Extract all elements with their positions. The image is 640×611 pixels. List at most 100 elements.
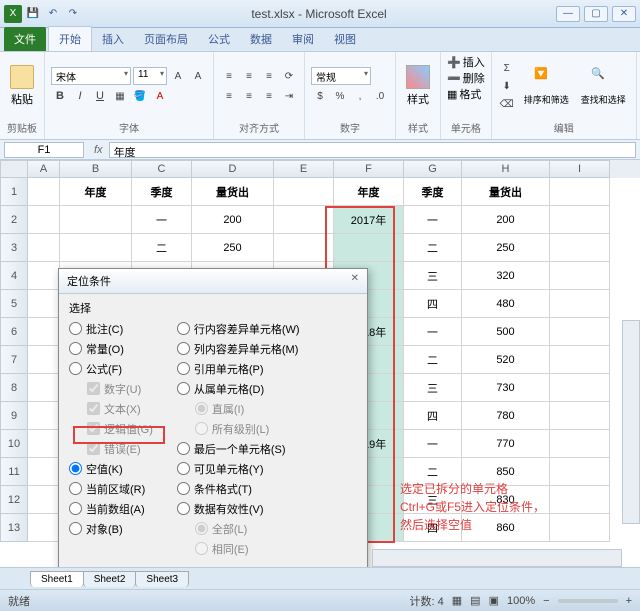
cell[interactable] [550,514,610,542]
number-format-combo[interactable]: 常规 [311,67,371,85]
fill-color-button[interactable]: 🪣 [131,87,149,105]
cell[interactable]: 二 [404,346,462,374]
name-box[interactable]: F1 [4,142,84,158]
cell[interactable] [550,402,610,430]
row-header[interactable]: 7 [0,346,28,374]
zoom-out-icon[interactable]: − [543,595,549,607]
grow-font-icon[interactable]: A [169,67,187,85]
align-right-icon[interactable]: ≡ [260,87,278,105]
cell[interactable]: 480 [462,290,550,318]
cell[interactable] [60,206,132,234]
cell[interactable] [274,206,334,234]
row-header[interactable]: 8 [0,374,28,402]
row-header[interactable]: 5 [0,290,28,318]
dialog-close-icon[interactable]: ✕ [351,273,359,289]
cell[interactable] [28,486,60,514]
cell[interactable] [550,430,610,458]
comma-icon[interactable]: , [351,87,369,105]
cell[interactable]: 量货出 [462,178,550,206]
col-header[interactable]: D [192,160,274,178]
cell[interactable]: 500 [462,318,550,346]
tab-insert[interactable]: 插入 [92,27,134,51]
cell[interactable] [28,234,60,262]
cell[interactable] [334,234,404,262]
cell[interactable]: 770 [462,430,550,458]
cell[interactable]: 一 [132,206,192,234]
cell[interactable] [28,514,60,542]
col-header[interactable]: B [60,160,132,178]
dialog-option[interactable]: 引用单元格(P) [177,360,300,377]
cell[interactable]: 季度 [404,178,462,206]
cell[interactable] [28,318,60,346]
fx-icon[interactable]: fx [88,144,109,156]
col-header[interactable]: C [132,160,192,178]
col-header[interactable]: F [334,160,404,178]
cell[interactable] [28,374,60,402]
cell[interactable]: 季度 [132,178,192,206]
dialog-option[interactable]: 批注(C) [69,320,153,337]
sheet-tab[interactable]: Sheet2 [83,571,137,587]
cell[interactable] [28,206,60,234]
dialog-titlebar[interactable]: 定位条件 ✕ [59,269,367,294]
underline-button[interactable]: U [91,87,109,105]
cell[interactable]: 三 [404,374,462,402]
vertical-scrollbar[interactable] [622,320,640,524]
dialog-option[interactable]: 条件格式(T) [177,480,300,497]
font-size-combo[interactable]: 11 [133,67,167,85]
row-header[interactable]: 9 [0,402,28,430]
cell[interactable] [28,458,60,486]
close-button[interactable]: ✕ [612,6,636,22]
dialog-option[interactable]: 列内容差异单元格(M) [177,340,300,357]
select-all-corner[interactable] [0,160,28,178]
inc-dec-icon[interactable]: .0 [371,87,389,105]
view-break-icon[interactable]: ▣ [489,594,499,607]
maximize-button[interactable]: ▢ [584,6,608,22]
col-header[interactable]: I [550,160,610,178]
paste-button[interactable]: 粘贴 [6,63,38,109]
zoom-in-icon[interactable]: + [626,595,632,607]
dialog-option[interactable]: 当前区域(R) [69,480,153,497]
delete-cells-button[interactable]: ➖删除 [447,70,485,86]
col-header[interactable]: E [274,160,334,178]
row-header[interactable]: 11 [0,458,28,486]
dialog-option[interactable]: 数据有效性(V) [177,500,300,517]
cell[interactable]: 520 [462,346,550,374]
tab-view[interactable]: 视图 [324,27,366,51]
cell[interactable]: 年度 [60,178,132,206]
dialog-option[interactable]: 当前数组(A) [69,500,153,517]
sort-filter-button[interactable]: 🔽排序和筛选 [520,65,573,108]
styles-button[interactable]: 样式 [402,63,434,109]
italic-button[interactable]: I [71,87,89,105]
font-color-button[interactable]: A [151,87,169,105]
zoom-slider[interactable] [558,599,618,603]
tab-data[interactable]: 数据 [240,27,282,51]
fill-icon[interactable]: ⬇ [498,77,516,95]
formula-input[interactable]: 年度 [109,142,636,158]
row-header[interactable]: 1 [0,178,28,206]
cell[interactable] [550,458,610,486]
redo-icon[interactable]: ↷ [64,5,82,23]
tab-layout[interactable]: 页面布局 [134,27,198,51]
orientation-icon[interactable]: ⟳ [280,67,298,85]
cell[interactable]: 二 [132,234,192,262]
cell[interactable]: 四 [404,290,462,318]
row-header[interactable]: 3 [0,234,28,262]
border-button[interactable]: ▦ [111,87,129,105]
cell[interactable]: 780 [462,402,550,430]
view-normal-icon[interactable]: ▦ [452,594,462,607]
cell[interactable]: 三 [404,262,462,290]
shrink-font-icon[interactable]: A [189,67,207,85]
align-left-icon[interactable]: ≡ [220,87,238,105]
find-select-button[interactable]: 🔍查找和选择 [577,65,630,108]
align-mid-icon[interactable]: ≡ [240,67,258,85]
cell[interactable] [550,178,610,206]
sheet-tab[interactable]: Sheet1 [30,571,84,587]
cell[interactable] [274,178,334,206]
dialog-option[interactable]: 空值(K) [69,460,153,477]
cell[interactable] [550,262,610,290]
font-name-combo[interactable]: 宋体 [51,67,131,85]
sheet-tab[interactable]: Sheet3 [135,571,189,587]
cell[interactable]: 二 [404,234,462,262]
cell[interactable] [60,234,132,262]
cell[interactable] [550,234,610,262]
